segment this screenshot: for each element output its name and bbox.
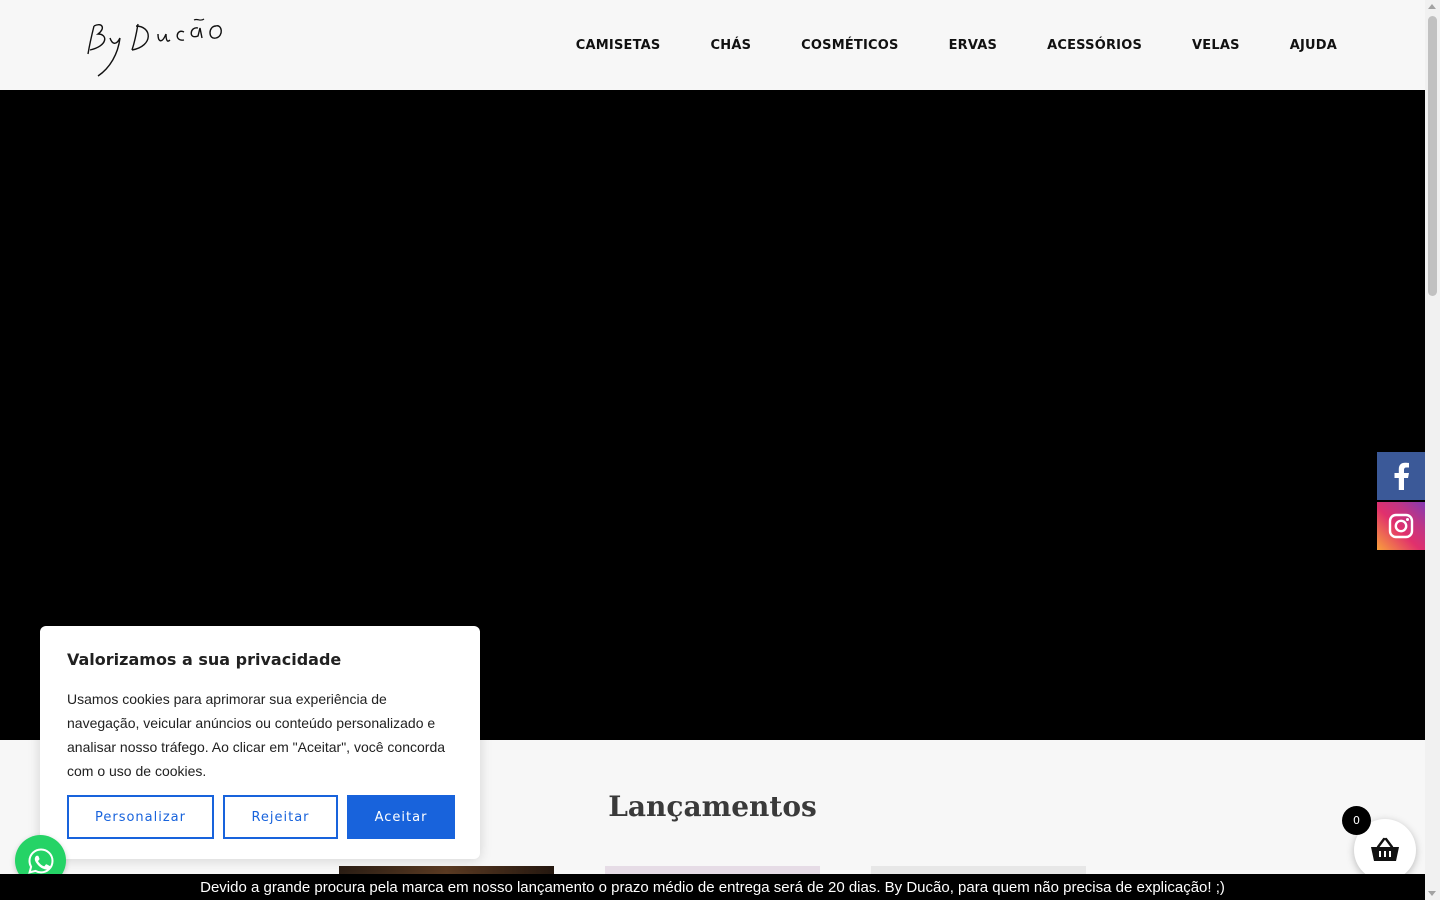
page-scrollbar[interactable]: [1425, 0, 1440, 900]
main-nav: CAMISETAS CHÁS COSMÉTICOS ERVAS ACESSÓRI…: [526, 0, 1337, 90]
nav-item-ajuda[interactable]: AJUDA: [1290, 38, 1337, 53]
instagram-icon: [1388, 513, 1414, 539]
scrollbar-thumb[interactable]: [1428, 16, 1437, 296]
scroll-down-arrow-icon[interactable]: [1428, 891, 1436, 896]
facebook-button[interactable]: [1377, 452, 1425, 500]
cookie-title: Valorizamos a sua privacidade: [67, 650, 342, 669]
cookie-consent-dialog: Valorizamos a sua privacidade Usamos coo…: [40, 626, 480, 859]
basket-icon: [1371, 837, 1399, 861]
nav-item-acessorios[interactable]: ACESSÓRIOS: [1047, 38, 1142, 53]
nav-item-cosmeticos[interactable]: COSMÉTICOS: [801, 38, 898, 53]
reject-button[interactable]: Rejeitar: [223, 795, 338, 839]
social-sidebar: [1377, 452, 1425, 552]
customize-button[interactable]: Personalizar: [67, 795, 214, 839]
brand-logo[interactable]: [80, 14, 230, 82]
shipping-notice-bar: Devido a grande procura pela marca em no…: [0, 874, 1425, 900]
cookie-description: Usamos cookies para aprimorar sua experi…: [67, 691, 446, 779]
accept-button[interactable]: Aceitar: [347, 795, 455, 839]
nav-item-camisetas[interactable]: CAMISETAS: [576, 38, 661, 53]
facebook-icon: [1394, 462, 1409, 490]
scroll-up-arrow-icon[interactable]: [1428, 4, 1436, 9]
whatsapp-icon: [27, 847, 54, 874]
nav-item-velas[interactable]: VELAS: [1192, 38, 1240, 53]
cookie-actions: Personalizar Rejeitar Aceitar: [67, 795, 455, 839]
site-header: CAMISETAS CHÁS COSMÉTICOS ERVAS ACESSÓRI…: [0, 0, 1425, 90]
cart-count-badge: 0: [1342, 806, 1371, 835]
nav-item-ervas[interactable]: ERVAS: [949, 38, 998, 53]
nav-item-chas[interactable]: CHÁS: [711, 38, 752, 53]
page: CAMISETAS CHÁS COSMÉTICOS ERVAS ACESSÓRI…: [0, 0, 1440, 900]
instagram-button[interactable]: [1377, 502, 1425, 550]
